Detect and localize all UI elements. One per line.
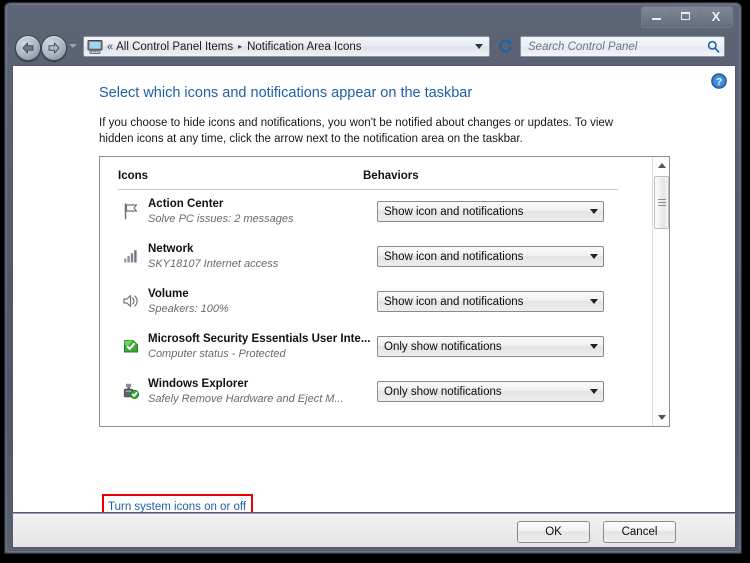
svg-text:?: ? [716, 77, 722, 88]
chevron-down-icon [590, 254, 598, 259]
cancel-button-label: Cancel [621, 526, 658, 538]
table-row: Microsoft Security Essentials User Inte.… [100, 325, 653, 370]
behavior-value: Only show notifications [384, 340, 502, 353]
row-title: Network [148, 243, 194, 255]
icon-rows: Action Center Solve PC issues: 2 message… [100, 190, 653, 415]
table-row: Windows Explorer Safely Remove Hardware … [100, 370, 653, 415]
behavior-value: Show icon and notifications [384, 295, 524, 308]
minimize-button[interactable] [642, 7, 671, 25]
search-box[interactable]: Search Control Panel [520, 36, 725, 57]
chevron-up-icon [657, 163, 666, 168]
ok-button-label: OK [545, 526, 562, 538]
close-button[interactable]: X [700, 7, 732, 25]
page-title: Select which icons and notifications app… [99, 85, 473, 101]
forward-arrow-icon [48, 42, 60, 54]
behavior-value: Show icon and notifications [384, 250, 524, 263]
row-title: Windows Explorer [148, 378, 249, 390]
scrollbar-up-button[interactable] [653, 157, 669, 174]
table-row: Network SKY18107 Internet access Show ic… [100, 235, 653, 280]
row-title: Action Center [148, 198, 224, 210]
row-title: Volume [148, 288, 189, 300]
chevron-down-icon [590, 209, 598, 214]
forward-button[interactable] [41, 35, 67, 61]
row-status: Safely Remove Hardware and Eject M... [148, 393, 344, 405]
flag-icon [124, 203, 138, 220]
row-status: Computer status - Protected [148, 348, 286, 360]
chevron-down-icon [590, 344, 598, 349]
computer-icon [87, 39, 103, 54]
maximize-icon [680, 12, 690, 20]
table-row: Action Center Solve PC issues: 2 message… [100, 190, 653, 235]
page-description: If you choose to hide icons and notifica… [99, 117, 614, 145]
behavior-dropdown[interactable]: Only show notifications [377, 336, 604, 357]
content-area: ? Select which icons and notifications a… [12, 65, 736, 513]
breadcrumb-separator-icon[interactable]: ▸ [238, 42, 242, 51]
table-row: Volume Speakers: 100% Show icon and noti… [100, 280, 653, 325]
ok-button[interactable]: OK [517, 521, 590, 543]
security-shield-icon [124, 340, 138, 353]
behavior-dropdown[interactable]: Show icon and notifications [377, 246, 604, 267]
icons-list-panel: Icons Behaviors Action Center Solve PC i… [99, 156, 670, 427]
chevron-down-icon [590, 389, 598, 394]
back-arrow-icon [22, 42, 34, 54]
refresh-icon [499, 39, 512, 53]
search-icon[interactable] [707, 40, 720, 53]
turn-system-icons-highlight: Turn system icons on or off [102, 494, 254, 512]
minimize-icon [651, 18, 661, 20]
behavior-dropdown[interactable]: Show icon and notifications [377, 201, 604, 222]
title-bar: X [5, 3, 741, 31]
back-button[interactable] [15, 35, 41, 61]
address-bar[interactable]: « All Control Panel Items ▸ Notification… [83, 36, 490, 57]
column-header-behaviors: Behaviors [363, 170, 419, 182]
scrollbar-thumb[interactable] [654, 176, 669, 229]
volume-speaker-icon [123, 294, 138, 308]
breadcrumb-item-all-control-panel-items[interactable]: All Control Panel Items [116, 41, 233, 53]
caption-button-group: X [641, 6, 733, 28]
navigation-bar: « All Control Panel Items ▸ Notification… [5, 31, 741, 63]
refresh-button[interactable] [496, 37, 515, 56]
row-status: Speakers: 100% [148, 303, 229, 315]
help-icon[interactable]: ? [711, 73, 727, 89]
search-input[interactable]: Search Control Panel [528, 41, 707, 53]
scrollbar-down-button[interactable] [653, 409, 669, 426]
usb-eject-icon [123, 383, 140, 399]
chevron-down-icon [590, 299, 598, 304]
control-panel-window: X « All Control Panel Items ▸ Notificati… [4, 2, 742, 554]
row-status: Solve PC issues: 2 messages [148, 213, 294, 225]
scrollbar-grip-icon [657, 197, 666, 208]
list-scrollbar[interactable] [652, 157, 669, 426]
column-header-icons: Icons [118, 170, 149, 182]
chevron-down-icon [657, 415, 666, 420]
row-title: Microsoft Security Essentials User Inte.… [148, 333, 371, 345]
address-dropdown-icon[interactable] [475, 44, 483, 49]
behavior-value: Only show notifications [384, 385, 502, 398]
list-header: Icons Behaviors [100, 157, 669, 190]
maximize-button[interactable] [671, 7, 700, 25]
close-icon: X [711, 8, 721, 24]
recent-pages-button[interactable] [69, 44, 77, 48]
behavior-dropdown[interactable]: Show icon and notifications [377, 291, 604, 312]
row-status: SKY18107 Internet access [148, 258, 279, 270]
breadcrumb-overflow-chevrons[interactable]: « [107, 41, 113, 53]
behavior-dropdown[interactable]: Only show notifications [377, 381, 604, 402]
network-signal-icon [124, 250, 137, 263]
cancel-button[interactable]: Cancel [603, 521, 676, 543]
breadcrumb-item-notification-area-icons[interactable]: Notification Area Icons [247, 41, 361, 53]
link-turn-system-icons-on-or-off[interactable]: Turn system icons on or off [108, 501, 246, 512]
dialog-button-bar: OK Cancel [12, 513, 736, 548]
behavior-value: Show icon and notifications [384, 205, 524, 218]
